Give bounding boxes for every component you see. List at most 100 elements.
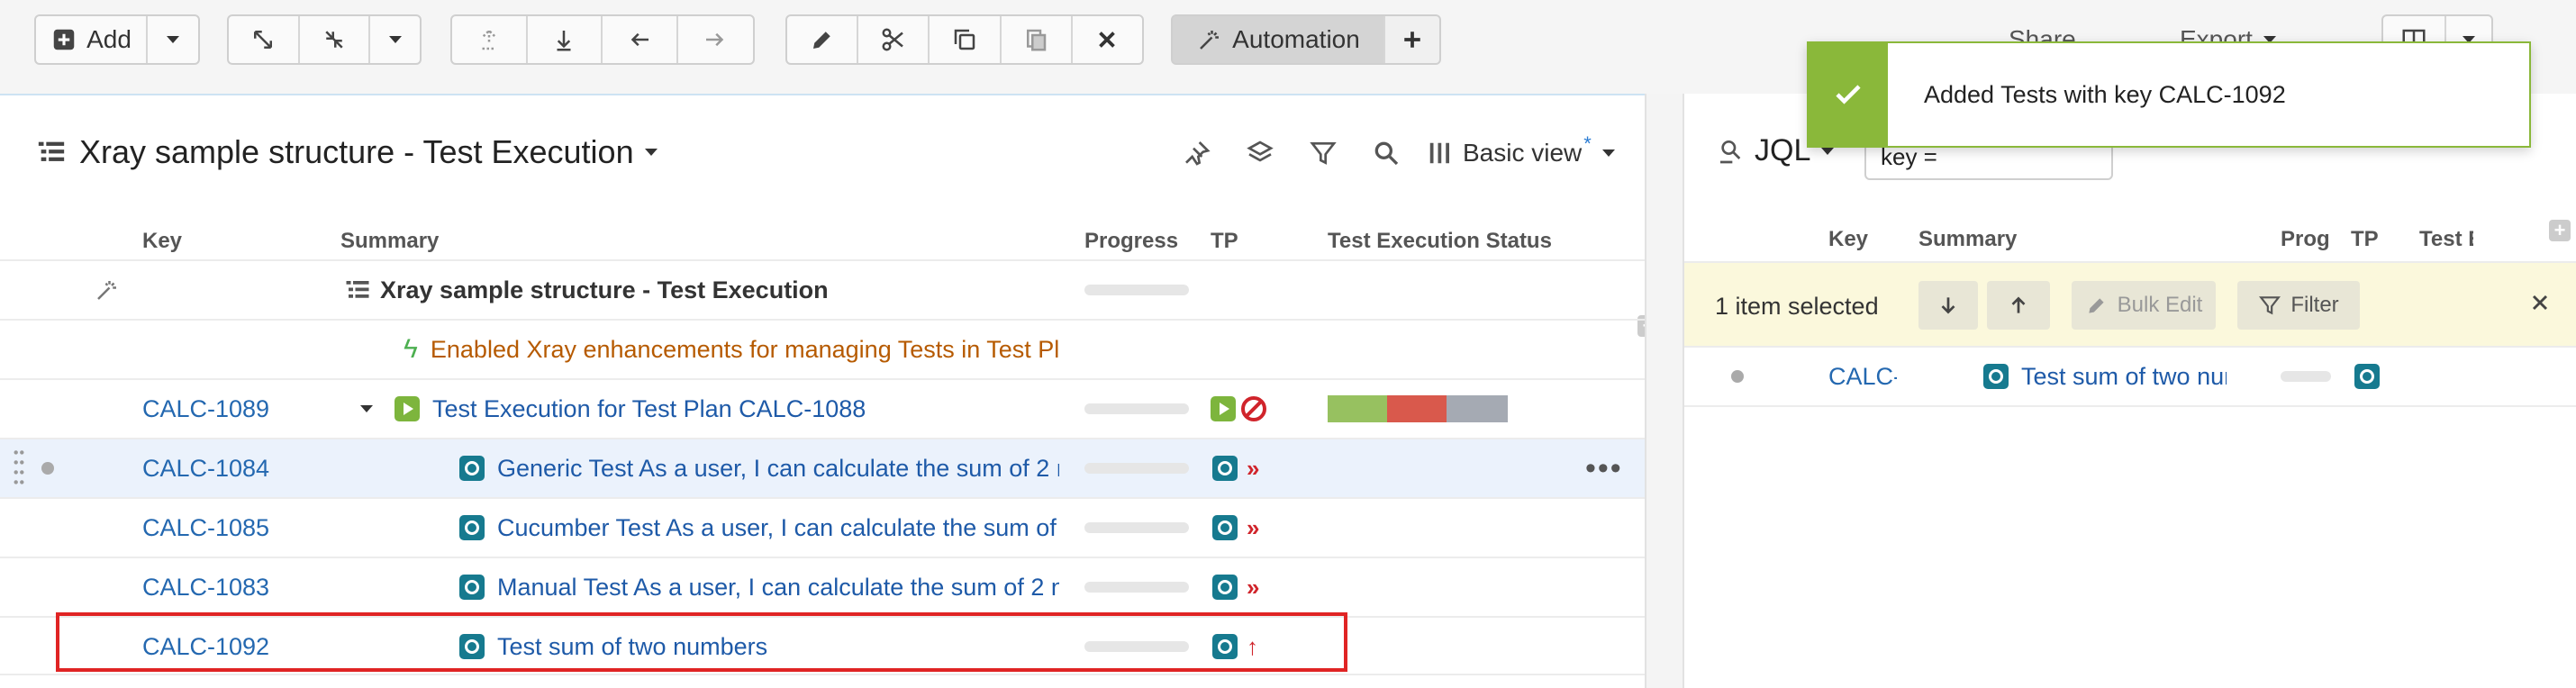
column-header-status[interactable]: Test Execution Status [2419,220,2473,259]
column-header-progress[interactable]: Progress [1084,222,1180,261]
column-header-summary[interactable]: Summary [1918,220,2189,259]
collapse-chevron-icon[interactable] [360,405,373,412]
column-header-summary[interactable]: Summary [340,222,701,261]
add-button-label: Add [86,25,132,53]
pin-button[interactable] [1166,133,1229,173]
table-row[interactable]: Xray sample structure - Test Execution [0,259,1645,319]
add-button[interactable]: Add [36,16,148,63]
cut-button[interactable] [858,16,930,63]
clear-selection-button[interactable] [2527,290,2553,320]
table-row[interactable]: CALC-1089 Test Execution for Test Plan C… [0,378,1645,438]
test-execution-icon [395,396,420,421]
chevron-down-icon [1601,149,1615,157]
drag-handle-icon[interactable] [13,439,25,497]
paste-icon [1027,29,1047,51]
summary-cell: Generic Test As a user, I can calculate … [459,439,1059,497]
tp-cell: » [1212,558,1259,616]
view-selector-label: Basic view [1463,139,1583,167]
summary-cell: ϟ Enabled Xray enhancements for managing… [404,321,1059,378]
summary-link[interactable]: Manual Test As a user, I can calculate t… [497,574,1059,602]
summary-link[interactable]: Test Execution for Test Plan CALC-1088 [432,395,866,423]
chevron-down-icon [644,149,658,156]
summary-cell: Manual Test As a user, I can calculate t… [459,558,1059,616]
test-icon [459,456,485,481]
move-down-button[interactable] [528,16,603,63]
column-header-progress[interactable]: Progress [2281,220,2329,259]
move-down-button[interactable] [1918,281,1978,330]
issue-key-link[interactable]: CALC-1083 [142,574,269,602]
automation-button[interactable]: Automation [1173,16,1385,63]
progress-cell [1084,380,1189,438]
move-up-button[interactable] [452,16,528,63]
view-selector[interactable]: Basic view * [1427,132,1615,167]
expand-button[interactable] [229,16,300,63]
collapse-arrows-icon [325,31,343,49]
issue-key-link[interactable]: CALC-1084 [142,455,269,483]
search-result-row[interactable]: CALC-1092 Test sum of two numbers [1684,348,2576,407]
column-header-key[interactable]: Key [1828,220,1900,259]
column-header-tp[interactable]: TP [2351,220,2387,259]
selection-count: 1 item selected [1715,292,1879,320]
table-row-selected[interactable]: CALC-1084 Generic Test As a user, I can … [0,438,1645,497]
expand-dropdown-button[interactable] [370,16,420,63]
issue-key-link[interactable]: CALC-1092 [1828,363,1897,391]
row-actions-menu-icon[interactable]: ••• [1585,439,1623,497]
add-automation-button[interactable] [1385,16,1439,63]
close-icon [1099,32,1116,48]
table-row[interactable]: CALC-1083 Manual Test As a user, I can c… [0,557,1645,616]
copy-button[interactable] [930,16,1002,63]
progress-cell [1084,499,1189,557]
generator-link[interactable]: Enabled Xray enhancements for managing T… [431,336,1059,364]
issue-key-link[interactable]: CALC-1089 [142,395,269,423]
tp-cell [2354,348,2380,405]
arrow-down-icon [557,31,571,51]
key-cell: CALC-1089 [142,380,269,438]
filter-button[interactable]: Filter [2237,281,2360,330]
column-header-tp[interactable]: TP [1211,222,1265,261]
plus-icon [1404,32,1420,48]
filter-icon [2259,296,2281,315]
summary-cell: Test sum of two numbers [1983,348,2227,405]
structure-title[interactable]: Xray sample structure - Test Execution [36,130,658,175]
paste-button[interactable] [1002,16,1073,63]
lightning-bolt-icon: ϟ [404,334,418,364]
magic-wand-icon [1200,31,1220,50]
search-person-icon [1720,140,1741,163]
expand-arrows-icon [254,31,273,49]
delete-button[interactable] [1073,16,1142,63]
filter-label: Filter [2290,293,2339,317]
collapse-button[interactable] [300,16,371,63]
toast-message: Added Tests with key CALC-1092 [1924,80,2286,108]
search-button[interactable] [1355,133,1418,173]
structure-list-icon [38,141,65,161]
search-icon [1374,141,1399,166]
panel-divider[interactable] [1645,94,1684,688]
checkmark-icon [1836,85,1861,104]
add-column-button[interactable]: + [2549,220,2571,241]
summary-link[interactable]: Cucumber Test As a user, I can calculate… [497,514,1059,542]
jql-label: JQL [1755,133,1811,167]
move-left-button[interactable] [603,16,678,63]
test-icon [2354,364,2380,389]
columns-icon [1429,142,1449,164]
priority-highest-icon: » [1247,573,1260,601]
edit-button[interactable] [787,16,859,63]
issue-key-link[interactable]: CALC-1085 [142,514,269,542]
filter-button[interactable] [1292,133,1355,173]
move-up-button[interactable] [1987,281,2050,330]
bulk-edit-button[interactable]: Bulk Edit [2072,281,2216,330]
table-row[interactable]: ϟ Enabled Xray enhancements for managing… [0,319,1645,378]
summary-link[interactable]: Generic Test As a user, I can calculate … [497,455,1059,483]
column-header-key[interactable]: Key [142,222,322,261]
layers-icon [1247,140,1274,162]
expand-group [227,14,422,65]
column-header-status[interactable]: Test Execution Status [1328,222,1551,261]
move-right-button[interactable] [678,16,753,63]
add-dropdown-button[interactable] [148,16,198,63]
summary-link[interactable]: Test sum of two numbers [2021,363,2227,391]
table-row[interactable]: CALC-1085 Cucumber Test As a user, I can… [0,497,1645,557]
progress-cell [1084,261,1189,319]
structure-title-text: Xray sample structure - Test Execution [79,133,634,170]
toast-icon-area [1809,43,1888,146]
layers-button[interactable] [1229,133,1292,173]
